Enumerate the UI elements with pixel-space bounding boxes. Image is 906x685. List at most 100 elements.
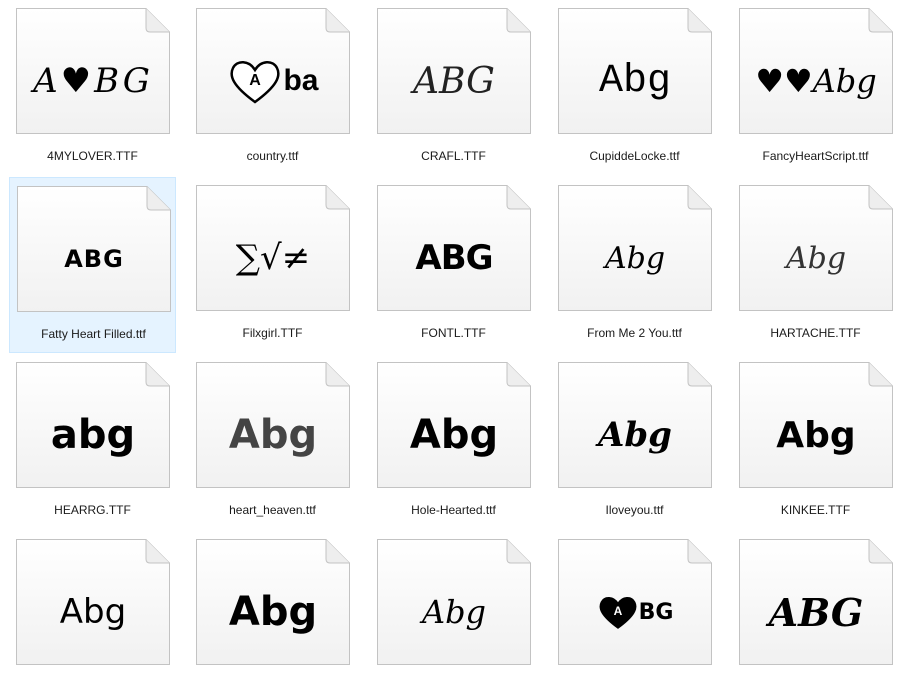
file-name-label[interactable]: CupiddeLocke.ttf (551, 149, 718, 163)
sample-glyphs: Abg (228, 589, 318, 635)
sample-glyphs: Abg (776, 414, 856, 456)
font-thumbnail: A BG (558, 539, 712, 665)
font-sample-text: Abg (196, 400, 350, 470)
font-thumbnail: Abg (196, 539, 350, 665)
font-sample-text: Abg (739, 223, 893, 293)
font-thumbnail: A ba (196, 8, 350, 134)
file-name-label[interactable]: FONTL.TTF (370, 326, 537, 340)
font-thumbnail: ABG (377, 185, 531, 311)
sample-glyphs: A♥BG (33, 61, 153, 101)
svg-text:A: A (613, 604, 622, 618)
file-name-label[interactable]: CRAFL.TTF (370, 149, 537, 163)
sample-glyphs: ABG (64, 245, 124, 273)
sample-glyphs: Abg (785, 240, 847, 276)
font-sample-text: Abg (377, 577, 531, 647)
sample-glyphs: ABG (768, 589, 864, 635)
file-tile[interactable]: A BG (551, 531, 718, 685)
sample-glyphs: Abg (604, 240, 666, 276)
file-name-label[interactable]: From Me 2 You.ttf (551, 326, 718, 340)
font-thumbnail: A♥BG (16, 8, 170, 134)
file-tile[interactable]: ♥♥Abg FancyHeartScript.ttf (732, 0, 899, 176)
file-name-label[interactable]: Fatty Heart Filled.ttf (10, 327, 177, 341)
sample-glyphs: ♥♥Abg (755, 62, 877, 100)
font-thumbnail: Abg (196, 362, 350, 488)
font-sample-text: A BG (558, 577, 712, 647)
font-sample-text: abg (16, 400, 170, 470)
file-name-label[interactable]: Filxgirl.TTF (189, 326, 356, 340)
file-name-label[interactable]: KINKEE.TTF (732, 503, 899, 517)
file-tile[interactable]: Abg (189, 531, 356, 685)
file-name-label[interactable]: HEARRG.TTF (9, 503, 176, 517)
font-sample-text: Abg (196, 577, 350, 647)
file-name-label[interactable]: Hole-Hearted.ttf (370, 503, 537, 517)
sample-glyphs: ∑√≠ (235, 238, 311, 278)
font-sample-text: ABG (17, 224, 171, 294)
svg-text:A: A (250, 72, 262, 89)
heart-icon: A (227, 58, 283, 104)
font-thumbnail: Abg (558, 8, 712, 134)
file-tile[interactable]: ABG CRAFL.TTF (370, 0, 537, 176)
sample-glyphs: Abg (598, 415, 672, 455)
file-name-label[interactable]: heart_heaven.ttf (189, 503, 356, 517)
file-tile[interactable]: Abg KINKEE.TTF (732, 354, 899, 530)
font-sample-text: Abg (16, 577, 170, 647)
sample-glyphs: Abg (598, 58, 671, 104)
sample-glyphs: ba (283, 64, 319, 97)
font-thumbnail: ∑√≠ (196, 185, 350, 311)
file-tile[interactable]: ∑√≠ Filxgirl.TTF (189, 177, 356, 353)
file-name-label[interactable]: 4MYLOVER.TTF (9, 149, 176, 163)
font-sample-text: A ba (196, 46, 350, 116)
font-thumbnail: Abg (16, 539, 170, 665)
font-thumbnail: Abg (558, 362, 712, 488)
heart-icon: A (597, 593, 639, 631)
file-tile[interactable]: Abg Iloveyou.ttf (551, 354, 718, 530)
font-sample-text: Abg (558, 46, 712, 116)
sample-glyphs: ABG (415, 238, 493, 278)
file-tile[interactable]: Abg HARTACHE.TTF (732, 177, 899, 353)
font-sample-text: ♥♥Abg (739, 46, 893, 116)
font-thumbnail: Abg (377, 539, 531, 665)
file-tile[interactable]: Abg Hole-Hearted.ttf (370, 354, 537, 530)
file-tile[interactable]: A ba country.ttf (189, 0, 356, 176)
file-name-label[interactable]: Iloveyou.ttf (551, 503, 718, 517)
file-tile[interactable]: ABG FONTL.TTF (370, 177, 537, 353)
font-thumbnail: Abg (739, 362, 893, 488)
sample-glyphs: ABG (413, 60, 495, 102)
font-thumbnail: ♥♥Abg (739, 8, 893, 134)
font-thumbnail: Abg (377, 362, 531, 488)
sample-glyphs: Abg (421, 593, 487, 631)
file-tile[interactable]: Abg (370, 531, 537, 685)
file-name-label[interactable]: country.ttf (189, 149, 356, 163)
font-sample-text: ABG (739, 577, 893, 647)
font-sample-text: Abg (739, 400, 893, 470)
file-name-label[interactable]: FancyHeartScript.ttf (732, 149, 899, 163)
file-tile[interactable]: ABG Fatty Heart Filled.ttf (9, 177, 176, 353)
font-sample-text: A♥BG (16, 46, 170, 116)
font-sample-text: Abg (558, 400, 712, 470)
font-thumbnail: abg (16, 362, 170, 488)
font-thumbnail: ABG (377, 8, 531, 134)
file-name-label[interactable]: HARTACHE.TTF (732, 326, 899, 340)
font-thumbnail: ABG (739, 539, 893, 665)
font-sample-text: ABG (377, 46, 531, 116)
file-grid: A♥BG 4MYLOVER.TTF A ba country.ttf ABG CRAF… (0, 0, 906, 685)
font-thumbnail: ABG (17, 186, 171, 312)
font-thumbnail: Abg (739, 185, 893, 311)
font-sample-text: Abg (377, 400, 531, 470)
file-tile[interactable]: Abg (9, 531, 176, 685)
font-thumbnail: Abg (558, 185, 712, 311)
file-tile[interactable]: abg HEARRG.TTF (9, 354, 176, 530)
sample-glyphs: abg (50, 412, 136, 458)
sample-glyphs: Abg (228, 412, 318, 458)
sample-glyphs: Abg (59, 592, 127, 632)
file-tile[interactable]: Abg CupiddeLocke.ttf (551, 0, 718, 176)
file-tile[interactable]: Abg heart_heaven.ttf (189, 354, 356, 530)
sample-glyphs: BG (638, 599, 674, 625)
sample-glyphs: Abg (409, 412, 499, 458)
font-sample-text: ABG (377, 223, 531, 293)
font-sample-text: ∑√≠ (196, 223, 350, 293)
font-sample-text: Abg (558, 223, 712, 293)
file-tile[interactable]: Abg From Me 2 You.ttf (551, 177, 718, 353)
file-tile[interactable]: A♥BG 4MYLOVER.TTF (9, 0, 176, 176)
file-tile[interactable]: ABG (732, 531, 899, 685)
